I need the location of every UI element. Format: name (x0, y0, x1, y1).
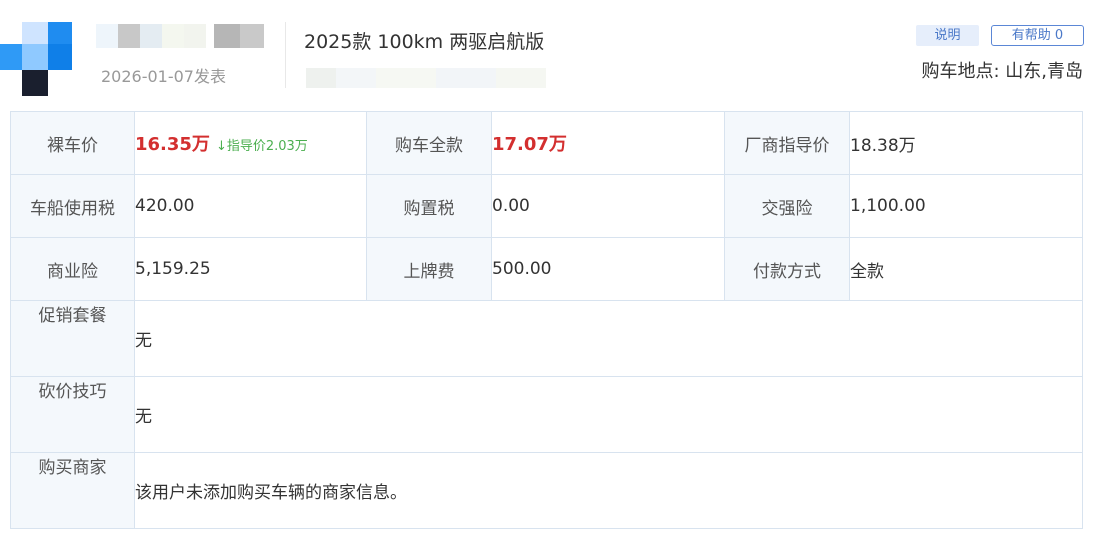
promo-package-value: 无 (134, 300, 1083, 377)
purchase-tax-label: 购置税 (366, 174, 492, 238)
table-row: 裸车价 16.35万 ↓指导价2.03万 购车全款 17.07万 厂商指导价 18… (10, 111, 1083, 175)
table-row: 砍价技巧 无 (10, 376, 1083, 453)
msrp-label: 厂商指导价 (724, 111, 850, 175)
bargain-tips-label: 砍价技巧 (10, 376, 135, 453)
purchase-location: 购车地点: 山东,青岛 (921, 61, 1083, 82)
header-divider (285, 22, 286, 88)
table-row: 促销套餐 无 (10, 300, 1083, 377)
compulsory-insurance-label: 交强险 (724, 174, 850, 238)
msrp-value: 18.38万 (849, 111, 1083, 175)
avatar[interactable] (0, 22, 72, 96)
compulsory-insurance-value: 1,100.00 (849, 174, 1083, 238)
review-header: 2026-01-07发表 2025款 100km 两驱启航版 说明 有帮助 0 … (0, 0, 1093, 100)
table-row: 商业险 5,159.25 上牌费 500.00 付款方式 全款 (10, 237, 1083, 301)
username-blurred[interactable] (96, 24, 266, 48)
total-price-value: 17.07万 (492, 134, 567, 155)
explain-button[interactable]: 说明 (916, 25, 979, 46)
payment-method-value: 全款 (849, 237, 1083, 301)
helpful-button[interactable]: 有帮助 0 (991, 25, 1084, 46)
bargain-tips-value: 无 (134, 376, 1083, 453)
car-model-title[interactable]: 2025款 100km 两驱启航版 (304, 27, 544, 54)
total-price-label: 购车全款 (366, 111, 492, 175)
payment-method-label: 付款方式 (724, 237, 850, 301)
table-row: 车船使用税 420.00 购置税 0.00 交强险 1,100.00 (10, 174, 1083, 238)
table-row: 购买商家 该用户未添加购买车辆的商家信息。 (10, 452, 1083, 529)
promo-package-label: 促销套餐 (10, 300, 135, 377)
commercial-insurance-value: 5,159.25 (134, 237, 367, 301)
plate-fee-label: 上牌费 (366, 237, 492, 301)
bare-car-price-value: 16.35万 (135, 134, 210, 155)
dealer-value: 该用户未添加购买车辆的商家信息。 (134, 452, 1083, 529)
plate-fee-value: 500.00 (491, 237, 725, 301)
total-price-cell: 17.07万 (491, 111, 725, 175)
commercial-insurance-label: 商业险 (10, 237, 135, 301)
purchase-tax-value: 0.00 (491, 174, 725, 238)
subtitle-blurred (306, 64, 556, 90)
bare-car-price-cell: 16.35万 ↓指导价2.03万 (134, 111, 367, 175)
post-date: 2026-01-07发表 (101, 67, 226, 86)
price-detail-table: 裸车价 16.35万 ↓指导价2.03万 购车全款 17.07万 厂商指导价 18… (10, 111, 1083, 529)
price-drop-note: ↓指导价2.03万 (215, 139, 308, 154)
bare-car-price-label: 裸车价 (10, 111, 135, 175)
vessel-tax-value: 420.00 (134, 174, 367, 238)
dealer-label: 购买商家 (10, 452, 135, 529)
vessel-tax-label: 车船使用税 (10, 174, 135, 238)
